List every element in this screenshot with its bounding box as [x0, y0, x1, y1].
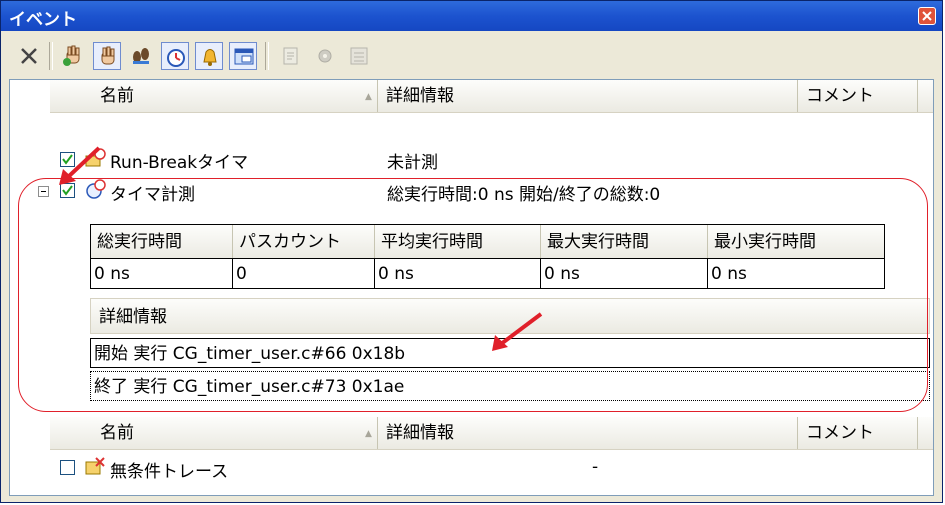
- list-icon: [350, 47, 368, 65]
- check-icon: [62, 154, 73, 165]
- list-item[interactable]: 無条件トレース -: [10, 457, 910, 487]
- unconditional-trace-detail: -: [592, 457, 599, 477]
- event-window: イベント 名前 ▲ 詳細情報 コメント Run-Breakタイマ 未計測 タイマ…: [0, 0, 943, 503]
- footprints-icon: [133, 48, 149, 64]
- column-name[interactable]: 名前: [50, 80, 378, 112]
- unconditional-trace-name: 無条件トレース: [110, 462, 229, 482]
- edit-icon: [283, 47, 298, 65]
- hand-icon: [101, 46, 115, 65]
- window-title: イベント: [9, 10, 77, 30]
- list-button[interactable]: [345, 42, 373, 70]
- close-button[interactable]: [918, 7, 936, 25]
- software-break-button[interactable]: [93, 42, 121, 70]
- unconditional-trace-checkbox[interactable]: [60, 460, 75, 475]
- conditional-trace-button[interactable]: [195, 42, 223, 70]
- list-header: 名前 ▲ 詳細情報 コメント: [50, 80, 933, 113]
- point-trace-button[interactable]: [229, 42, 257, 70]
- toolbar: [1, 32, 942, 78]
- run-break-timer-icon: [85, 148, 106, 167]
- trace-button[interactable]: [127, 42, 155, 70]
- title-bar: イベント: [1, 1, 942, 31]
- event-list-panel: 名前 ▲ 詳細情報 コメント Run-Breakタイマ 未計測 タイマ計測 総実…: [9, 79, 934, 496]
- delete-icon: [21, 48, 37, 64]
- run-break-detail: 未計測: [387, 153, 438, 173]
- settings-button[interactable]: [311, 42, 339, 70]
- hand-icon: [63, 45, 80, 66]
- column-detail[interactable]: 詳細情報: [378, 80, 798, 112]
- run-break-name: Run-Breakタイマ: [110, 153, 249, 173]
- delete-button[interactable]: [15, 42, 43, 70]
- list-header-2: 名前 ▲ 詳細情報 コメント: [50, 417, 933, 450]
- trace-event-icon: [85, 457, 105, 475]
- column-name[interactable]: 名前: [50, 417, 378, 449]
- timer-button[interactable]: [161, 42, 189, 70]
- column-comment[interactable]: コメント: [798, 80, 918, 112]
- sort-icon: ▲: [365, 92, 372, 102]
- column-detail[interactable]: 詳細情報: [378, 417, 798, 449]
- gear-icon: [318, 49, 332, 63]
- edit-button[interactable]: [277, 42, 305, 70]
- close-icon: [922, 11, 932, 21]
- hardware-break-button[interactable]: [59, 42, 87, 70]
- window-icon: [234, 48, 254, 65]
- annotation-box: [18, 178, 928, 412]
- list-item[interactable]: Run-Breakタイマ 未計測: [10, 148, 910, 180]
- sort-icon: ▲: [365, 429, 372, 439]
- timer-icon: [167, 49, 185, 67]
- bell-icon: [203, 49, 217, 66]
- run-break-checkbox[interactable]: [60, 152, 75, 167]
- column-comment[interactable]: コメント: [798, 417, 918, 449]
